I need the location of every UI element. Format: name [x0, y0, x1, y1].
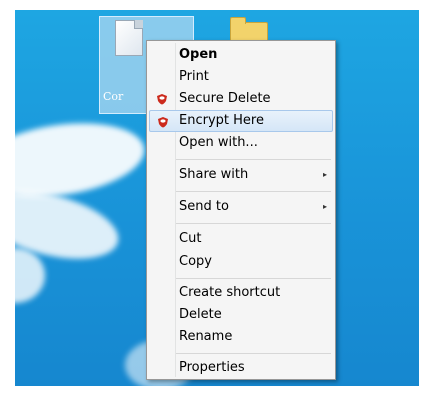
shield-icon [157, 94, 167, 105]
submenu-arrow-icon: ▸ [322, 202, 327, 211]
document-icon[interactable] [115, 20, 143, 56]
menu-separator [176, 223, 331, 224]
menu-separator [176, 159, 331, 160]
menu-item-label: Print [179, 69, 209, 84]
file-icon-label[interactable]: Cor [103, 90, 123, 103]
menu-item-open[interactable]: Open [149, 44, 333, 66]
menu-item-send-to[interactable]: Send to ▸ [149, 196, 333, 218]
menu-item-share-with[interactable]: Share with ▸ [149, 164, 333, 186]
menu-item-label: Send to [179, 199, 229, 214]
menu-item-label: Encrypt Here [179, 113, 264, 128]
menu-item-create-shortcut[interactable]: Create shortcut [149, 282, 333, 304]
submenu-arrow-icon: ▸ [322, 170, 327, 179]
menu-item-delete[interactable]: Delete [149, 304, 333, 326]
menu-item-print[interactable]: Print [149, 66, 333, 88]
menu-item-label: Create shortcut [179, 285, 281, 300]
menu-separator [176, 191, 331, 192]
menu-item-label: Share with [179, 167, 249, 182]
menu-item-open-with[interactable]: Open with... [149, 132, 333, 154]
menu-separator [176, 353, 331, 354]
menu-item-secure-delete[interactable]: Secure Delete [149, 88, 333, 110]
context-menu: Open Print Secure Delete Encrypt Here Op… [146, 40, 336, 380]
menu-item-rename[interactable]: Rename [149, 326, 333, 348]
menu-item-label: Rename [179, 329, 233, 344]
menu-item-label: Copy [179, 254, 212, 269]
shield-icon [158, 117, 168, 128]
menu-item-encrypt-here[interactable]: Encrypt Here [149, 110, 333, 132]
menu-item-label: Open [179, 47, 218, 62]
menu-item-label: Cut [179, 231, 202, 246]
menu-item-label: Open with... [179, 135, 258, 150]
menu-item-label: Properties [179, 360, 245, 375]
menu-item-copy[interactable]: Copy [149, 251, 333, 273]
menu-separator [176, 278, 331, 279]
menu-item-label: Secure Delete [179, 91, 271, 106]
flower-petal [15, 248, 45, 303]
menu-item-label: Delete [179, 307, 222, 322]
menu-item-properties[interactable]: Properties [149, 357, 333, 379]
menu-item-cut[interactable]: Cut [149, 228, 333, 250]
